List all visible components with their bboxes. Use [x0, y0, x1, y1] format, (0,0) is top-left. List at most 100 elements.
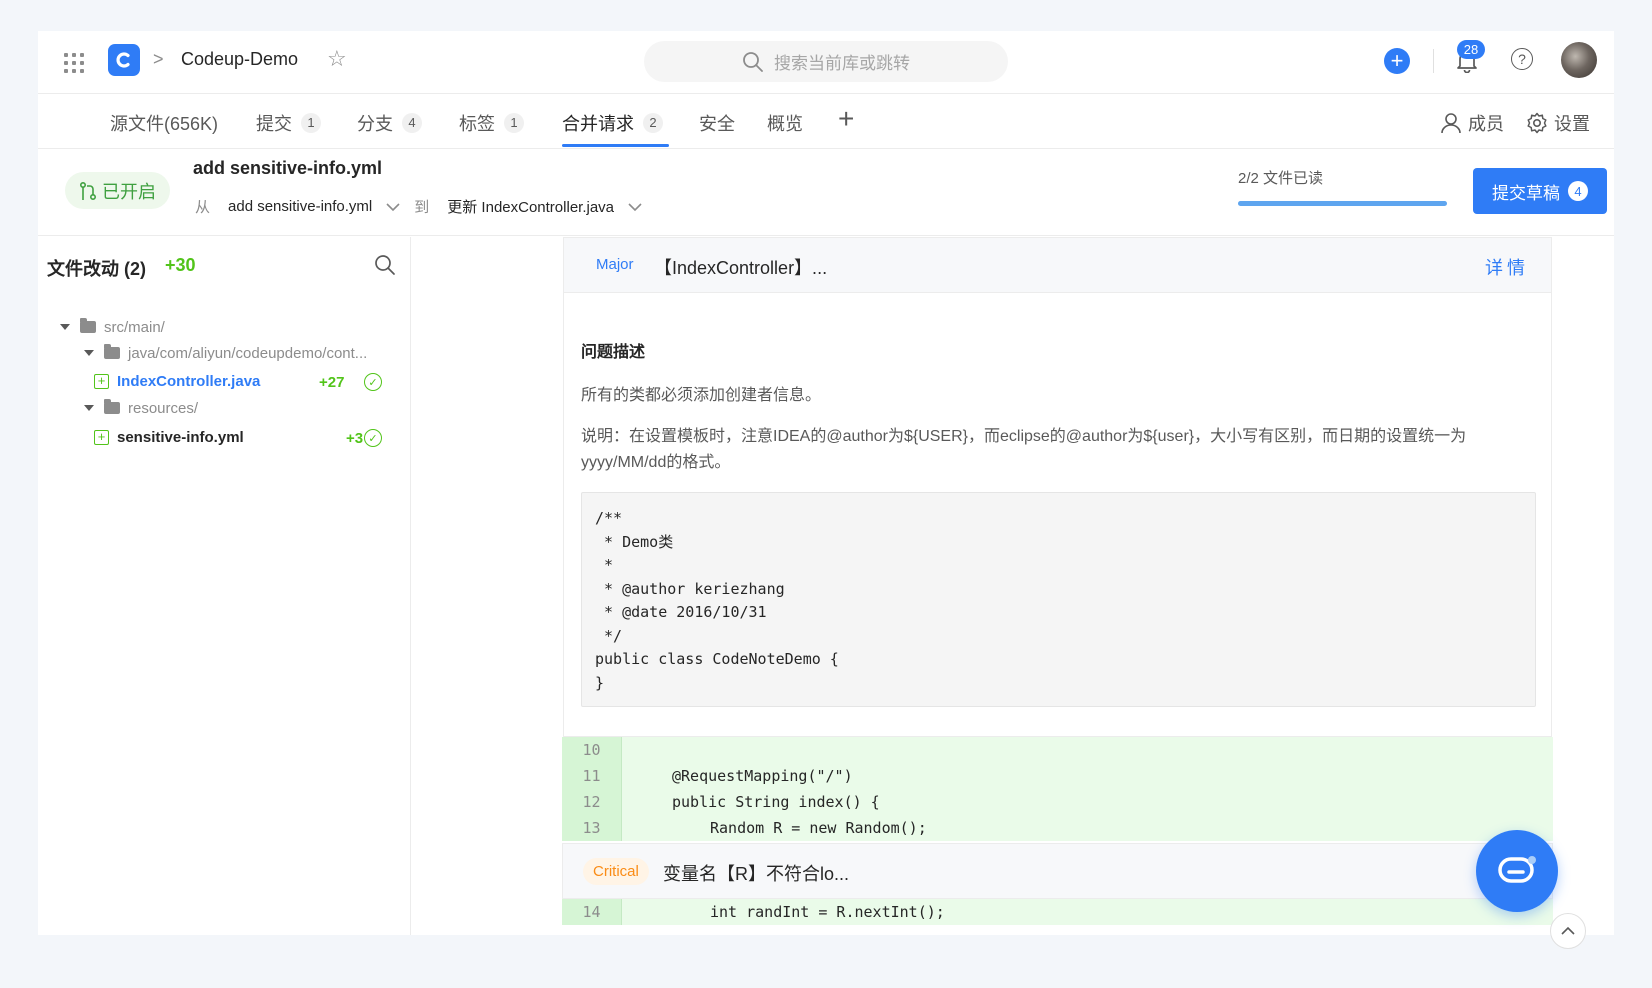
- repo-tabs: 源文件(656K) 提交 1 分支 4 标签 1 合并请求 2 安全 概览 + …: [38, 95, 1614, 149]
- line-number: 11: [562, 763, 622, 789]
- file-name: sensitive-info.yml: [117, 428, 244, 446]
- description-note: 说明：在设置模板时，注意IDEA的@author为${USER}，而eclips…: [581, 428, 1467, 471]
- tab-count-badge: 4: [402, 112, 422, 133]
- diff-line[interactable]: 10: [562, 737, 1553, 763]
- issue-title: 【IndexController】...: [654, 258, 828, 278]
- caret-down-icon[interactable]: [84, 350, 94, 356]
- description-heading: 问题描述: [581, 344, 646, 361]
- chat-button[interactable]: [1476, 830, 1558, 912]
- add-tab-button[interactable]: +: [838, 105, 854, 133]
- diff-line[interactable]: 13 Random R = new Random();: [562, 815, 1553, 841]
- user-icon: [1441, 113, 1461, 134]
- tab-label: 提交: [256, 113, 292, 134]
- search-icon[interactable]: [374, 254, 396, 281]
- scroll-to-top-button[interactable]: [1550, 913, 1586, 949]
- tab-commits[interactable]: 提交 1: [256, 109, 321, 136]
- severity-badge: Critical: [583, 858, 649, 885]
- read-progress-bar: [1238, 201, 1447, 206]
- code-comment-panel: Major 【IndexController】... 详情 问题描述 所有的类都…: [563, 237, 1552, 737]
- draft-count-badge: 4: [1568, 181, 1588, 201]
- read-progress-fill: [1238, 201, 1447, 206]
- create-plus-button[interactable]: +: [1384, 48, 1410, 74]
- line-number: 14: [562, 899, 622, 925]
- user-avatar[interactable]: [1561, 42, 1597, 78]
- line-code: Random R = new Random();: [710, 819, 927, 837]
- tab-merge-requests[interactable]: 合并请求 2: [562, 109, 663, 136]
- code-comment-collapsed[interactable]: Critical 变量名【R】不符合lo... 详: [562, 843, 1553, 899]
- tab-overview[interactable]: 概览: [767, 109, 803, 136]
- tree-file[interactable]: + IndexController.java: [94, 369, 260, 393]
- diff-line[interactable]: 14 int randInt = R.nextInt();: [562, 899, 1553, 925]
- members-label: 成员: [1468, 114, 1504, 134]
- line-code: int randInt = R.nextInt();: [710, 903, 945, 921]
- code-example: /** * Demo类 * * @author keriezhang * @da…: [581, 492, 1536, 707]
- diff-lines: 10 11 @RequestMapping("/") 12 public Str…: [562, 737, 1553, 935]
- file-changes-title: 文件改动 (2): [47, 259, 146, 279]
- tab-count-badge: 1: [301, 112, 321, 133]
- chevron-down-icon[interactable]: [628, 199, 642, 215]
- source-branch-select[interactable]: add sensitive-info.yml: [228, 198, 372, 215]
- folder-name: java/com/aliyun/codeupdemo/cont...: [128, 344, 368, 362]
- tab-security[interactable]: 安全: [699, 109, 735, 136]
- line-number: 12: [562, 789, 622, 815]
- line-code: @RequestMapping("/"): [672, 767, 853, 785]
- folder-name: src/main/: [104, 318, 165, 336]
- repo-name-link[interactable]: Codeup-Demo: [181, 49, 298, 70]
- tab-label: 安全: [699, 113, 735, 134]
- diff-line[interactable]: 12 public String index() {: [562, 789, 1553, 815]
- tree-folder[interactable]: resources/: [84, 396, 198, 420]
- diff-view: Major 【IndexController】... 详情 问题描述 所有的类都…: [412, 237, 1614, 935]
- notification-badge: 28: [1457, 40, 1485, 59]
- line-number: 13: [562, 815, 622, 841]
- active-tab-indicator: [562, 144, 669, 147]
- tree-folder[interactable]: java/com/aliyun/codeupdemo/cont...: [84, 341, 367, 365]
- detail-link[interactable]: 详情: [1485, 254, 1529, 280]
- folder-icon: [104, 399, 120, 414]
- tree-folder[interactable]: src/main/: [60, 315, 165, 339]
- status-badge: 已开启: [65, 172, 170, 209]
- caret-down-icon[interactable]: [60, 324, 70, 330]
- line-number: 10: [562, 737, 622, 763]
- tree-file[interactable]: + sensitive-info.yml: [94, 425, 244, 449]
- file-additions: +3: [346, 430, 364, 447]
- from-label: 从: [195, 199, 211, 216]
- search-input[interactable]: 搜索当前库或跳转: [644, 41, 1008, 82]
- tab-tags[interactable]: 标签 1: [459, 109, 524, 136]
- comment-header: Major 【IndexController】... 详情: [564, 238, 1551, 293]
- codeup-logo-icon[interactable]: [108, 44, 140, 76]
- settings-label: 设置: [1554, 114, 1590, 134]
- check-circle-icon[interactable]: ✓: [364, 373, 382, 391]
- app-window: > Codeup-Demo ☆ 搜索当前库或跳转 + 28 ? 源文件(656K…: [38, 31, 1614, 935]
- folder-name: resources/: [128, 399, 199, 417]
- merge-icon: [79, 181, 97, 200]
- total-additions: +30: [165, 255, 196, 275]
- folder-icon: [104, 344, 120, 359]
- star-icon[interactable]: ☆: [327, 48, 347, 70]
- folder-icon: [80, 318, 96, 333]
- mr-title: add sensitive-info.yml: [193, 158, 383, 178]
- tab-label: 标签: [459, 113, 495, 134]
- settings-button[interactable]: 设置: [1526, 110, 1590, 136]
- chevron-down-icon[interactable]: [386, 199, 400, 215]
- check-circle-icon[interactable]: ✓: [364, 429, 382, 447]
- tab-label: 分支: [357, 113, 393, 134]
- search-icon: [743, 51, 763, 72]
- tab-branches[interactable]: 分支 4: [357, 109, 422, 136]
- file-name: IndexController.java: [117, 372, 261, 390]
- submit-draft-button[interactable]: 提交草稿 4: [1473, 168, 1607, 214]
- issue-title: 变量名【R】不符合lo...: [663, 864, 850, 884]
- tab-label: 合并请求: [562, 113, 634, 134]
- chat-icon: [1498, 856, 1536, 883]
- help-icon[interactable]: ?: [1511, 48, 1533, 70]
- diff-line[interactable]: 11 @RequestMapping("/"): [562, 763, 1553, 789]
- tab-label: 源文件(656K): [110, 113, 219, 134]
- gear-icon: [1527, 112, 1547, 134]
- apps-grid-icon[interactable]: [64, 53, 84, 73]
- caret-down-icon[interactable]: [84, 405, 94, 411]
- target-branch-select[interactable]: 更新 IndexController.java: [447, 196, 614, 217]
- tab-label: 概览: [767, 113, 803, 134]
- submit-label: 提交草稿: [1492, 183, 1560, 203]
- status-label: 已开启: [102, 181, 156, 202]
- tab-source[interactable]: 源文件(656K): [110, 109, 218, 136]
- members-button[interactable]: 成员: [1440, 110, 1504, 136]
